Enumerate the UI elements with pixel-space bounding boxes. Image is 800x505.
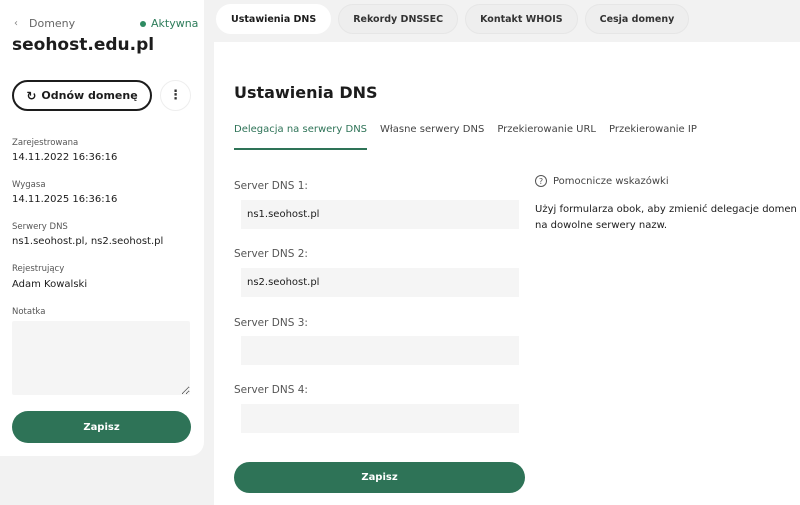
hints-header: ? Pomocnicze wskazówki — [535, 175, 669, 187]
dns-servers-label: Serwery DNS — [12, 222, 68, 232]
tab-domain-transfer[interactable]: Cesja domeny — [584, 4, 690, 34]
status-badge: Aktywna — [140, 17, 198, 30]
note-label: Notatka — [12, 307, 46, 317]
vertical-dots-icon: ⋮ — [169, 88, 182, 103]
dns-subtabs: Delegacja na serwery DNS Własne serwery … — [234, 124, 710, 150]
refresh-icon: ↻ — [26, 88, 37, 103]
save-note-button[interactable]: Zapisz — [12, 411, 191, 443]
domain-name: seohost.edu.pl — [12, 35, 155, 55]
dns-server-3-input[interactable] — [241, 336, 519, 365]
back-link[interactable]: ‹ Domeny — [14, 17, 75, 30]
dns-settings-panel: Ustawienia DNS Delegacja na serwery DNS … — [214, 42, 800, 505]
dns-server-2-input[interactable] — [241, 268, 519, 297]
status-label: Aktywna — [151, 17, 199, 30]
domain-panel: ‹ Domeny Aktywna seohost.edu.pl ↻ Odnów … — [0, 0, 204, 456]
note-textarea[interactable] — [12, 321, 190, 395]
tab-whois-contact[interactable]: Kontakt WHOIS — [465, 4, 578, 34]
question-circle-icon: ? — [535, 175, 547, 187]
tab-dnssec-records[interactable]: Rekordy DNSSEC — [338, 4, 459, 34]
hints-text: Użyj formularza obok, aby zmienić delega… — [535, 204, 797, 231]
dns-server-4-input[interactable] — [241, 404, 519, 433]
dns-server-3-label: Server DNS 3: — [234, 317, 308, 329]
subtab-own-dns-servers[interactable]: Własne serwery DNS — [380, 124, 484, 150]
dns-servers-value: ns1.seohost.pl, ns2.seohost.pl — [12, 236, 164, 247]
subtab-ip-redirect[interactable]: Przekierowanie IP — [609, 124, 697, 150]
more-options-button[interactable]: ⋮ — [160, 80, 191, 111]
subtab-dns-delegation[interactable]: Delegacja na serwery DNS — [234, 124, 368, 150]
dns-server-1-input[interactable] — [241, 200, 519, 229]
dns-server-2-label: Server DNS 2: — [234, 248, 308, 260]
registrant-label: Rejestrujący — [12, 264, 65, 274]
save-dns-button[interactable]: Zapisz — [234, 462, 525, 493]
renew-domain-label: Odnów domenę — [41, 89, 138, 102]
registered-value: 14.11.2022 16:36:16 — [12, 152, 118, 163]
chevron-left-icon: ‹ — [14, 18, 18, 29]
expires-value: 14.11.2025 16:36:16 — [12, 194, 118, 205]
main-tabs: Ustawienia DNS Rekordy DNSSEC Kontakt WH… — [216, 4, 696, 34]
renew-domain-button[interactable]: ↻ Odnów domenę — [12, 80, 152, 111]
hints-title: Pomocnicze wskazówki — [553, 175, 669, 187]
dns-server-1-label: Server DNS 1: — [234, 180, 308, 192]
expires-label: Wygasa — [12, 180, 46, 190]
tab-dns-settings[interactable]: Ustawienia DNS — [216, 4, 332, 34]
status-dot-icon — [140, 20, 146, 27]
dns-server-4-label: Server DNS 4: — [234, 384, 308, 396]
page-title: Ustawienia DNS — [234, 83, 378, 102]
registered-label: Zarejestrowana — [12, 138, 79, 148]
registrant-value: Adam Kowalski — [12, 279, 88, 290]
back-link-label: Domeny — [29, 17, 76, 30]
subtab-url-redirect[interactable]: Przekierowanie URL — [497, 124, 596, 150]
